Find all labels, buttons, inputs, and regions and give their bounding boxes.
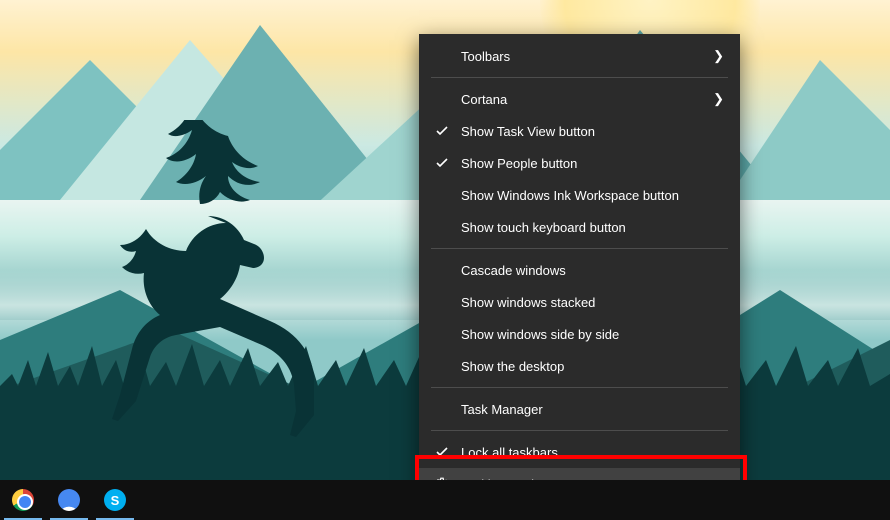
- menu-separator: [431, 77, 728, 78]
- taskbar-app-skype[interactable]: S: [92, 480, 138, 520]
- menu-item-label: Cortana: [453, 92, 713, 107]
- taskbar-context-menu: Toolbars ❯ Cortana ❯ Show Task View butt…: [419, 34, 740, 506]
- menu-item-label: Show windows side by side: [453, 327, 724, 342]
- menu-item-show-ink-workspace[interactable]: Show Windows Ink Workspace button: [419, 179, 740, 211]
- menu-item-show-windows-stacked[interactable]: Show windows stacked: [419, 286, 740, 318]
- skype-icon: S: [104, 489, 126, 511]
- menu-item-toolbars[interactable]: Toolbars ❯: [419, 40, 740, 72]
- menu-item-label: Cascade windows: [453, 263, 724, 278]
- menu-item-label: Show Windows Ink Workspace button: [453, 188, 724, 203]
- menu-item-label: Show Task View button: [453, 124, 724, 139]
- menu-separator: [431, 430, 728, 431]
- menu-item-label: Show touch keyboard button: [453, 220, 724, 235]
- nordvpn-icon: [58, 489, 80, 511]
- menu-item-task-manager[interactable]: Task Manager: [419, 393, 740, 425]
- menu-item-label: Show the desktop: [453, 359, 724, 374]
- menu-item-cortana[interactable]: Cortana ❯: [419, 83, 740, 115]
- menu-item-show-touch-keyboard[interactable]: Show touch keyboard button: [419, 211, 740, 243]
- menu-item-cascade-windows[interactable]: Cascade windows: [419, 254, 740, 286]
- check-icon: [431, 157, 453, 169]
- menu-item-show-side-by-side[interactable]: Show windows side by side: [419, 318, 740, 350]
- menu-item-label: Show People button: [453, 156, 724, 171]
- menu-separator: [431, 248, 728, 249]
- taskbar-app-chrome[interactable]: [0, 480, 46, 520]
- chevron-right-icon: ❯: [713, 48, 724, 64]
- menu-item-show-task-view[interactable]: Show Task View button: [419, 115, 740, 147]
- wallpaper-deer: [40, 120, 360, 460]
- taskbar-app-nordvpn[interactable]: [46, 480, 92, 520]
- menu-separator: [431, 387, 728, 388]
- chrome-icon: [12, 489, 34, 511]
- menu-item-label: Lock all taskbars: [453, 445, 724, 460]
- chevron-right-icon: ❯: [713, 91, 724, 107]
- menu-item-show-people[interactable]: Show People button: [419, 147, 740, 179]
- menu-item-show-desktop[interactable]: Show the desktop: [419, 350, 740, 382]
- check-icon: [431, 446, 453, 458]
- menu-item-label: Show windows stacked: [453, 295, 724, 310]
- taskbar[interactable]: S: [0, 480, 890, 520]
- menu-item-lock-taskbars[interactable]: Lock all taskbars: [419, 436, 740, 468]
- menu-item-label: Toolbars: [453, 49, 713, 64]
- check-icon: [431, 125, 453, 137]
- menu-item-label: Task Manager: [453, 402, 724, 417]
